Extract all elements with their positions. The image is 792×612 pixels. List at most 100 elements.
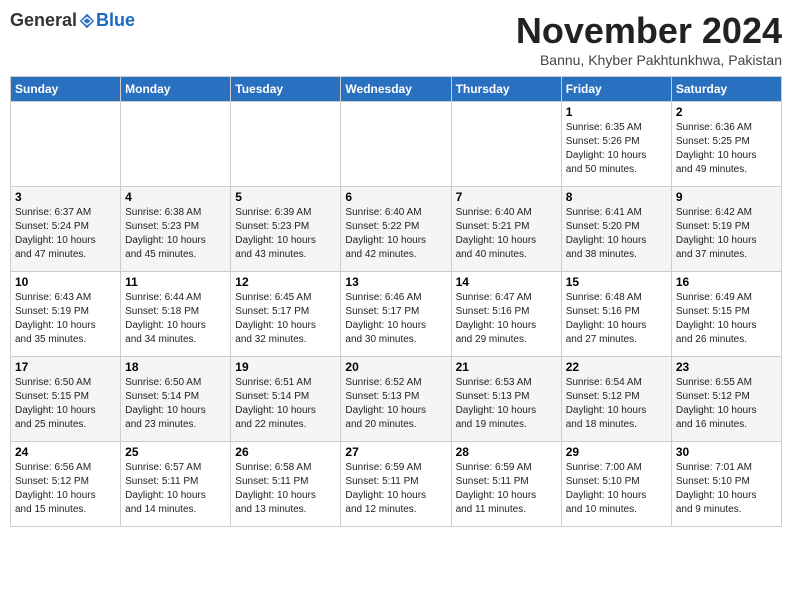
calendar-table: SundayMondayTuesdayWednesdayThursdayFrid… xyxy=(10,76,782,527)
calendar-cell: 10 Sunrise: 6:43 AM Sunset: 5:19 PM Dayli… xyxy=(11,272,121,357)
day-info: Sunrise: 6:53 AM Sunset: 5:13 PM Dayligh… xyxy=(456,376,557,432)
calendar-cell: 2Sunrise: 6:36 AM Sunset: 5:25 PM Daylig… xyxy=(671,102,781,187)
calendar-cell xyxy=(121,102,231,187)
weekday-header: Sunday xyxy=(11,77,121,102)
calendar-header-row: SundayMondayTuesdayWednesdayThursdayFrid… xyxy=(11,77,782,102)
day-info: Sunrise: 6:49 AM Sunset: 5:15 PM Dayligh… xyxy=(676,291,777,347)
day-info: Sunrise: 6:41 AM Sunset: 5:20 PM Dayligh… xyxy=(566,206,667,262)
weekday-header: Wednesday xyxy=(341,77,451,102)
day-info: Sunrise: 6:56 AM Sunset: 5:12 PM Dayligh… xyxy=(15,461,116,517)
calendar-cell: 7 Sunrise: 6:40 AM Sunset: 5:21 PM Daylig… xyxy=(451,187,561,272)
day-info: Sunrise: 6:57 AM Sunset: 5:11 PM Dayligh… xyxy=(125,461,226,517)
day-info: Sunrise: 6:48 AM Sunset: 5:16 PM Dayligh… xyxy=(566,291,667,347)
day-info: Sunrise: 6:52 AM Sunset: 5:13 PM Dayligh… xyxy=(345,376,446,432)
day-info: Sunrise: 6:59 AM Sunset: 5:11 PM Dayligh… xyxy=(345,461,446,517)
calendar-cell: 26 Sunrise: 6:58 AM Sunset: 5:11 PM Dayli… xyxy=(231,442,341,527)
calendar-cell: 6 Sunrise: 6:40 AM Sunset: 5:22 PM Daylig… xyxy=(341,187,451,272)
day-number: 5 xyxy=(235,190,336,204)
day-number: 16 xyxy=(676,275,777,289)
day-info: Sunrise: 6:58 AM Sunset: 5:11 PM Dayligh… xyxy=(235,461,336,517)
logo-blue-text: Blue xyxy=(96,10,135,31)
day-number: 11 xyxy=(125,275,226,289)
day-info: Sunrise: 6:50 AM Sunset: 5:15 PM Dayligh… xyxy=(15,376,116,432)
day-info: Sunrise: 6:39 AM Sunset: 5:23 PM Dayligh… xyxy=(235,206,336,262)
calendar-cell: 16 Sunrise: 6:49 AM Sunset: 5:15 PM Dayli… xyxy=(671,272,781,357)
title-block: November 2024 Bannu, Khyber Pakhtunkhwa,… xyxy=(516,10,782,68)
day-number: 30 xyxy=(676,445,777,459)
calendar-cell: 8Sunrise: 6:41 AM Sunset: 5:20 PM Daylig… xyxy=(561,187,671,272)
month-title: November 2024 xyxy=(516,10,782,52)
calendar-cell: 28 Sunrise: 6:59 AM Sunset: 5:11 PM Dayli… xyxy=(451,442,561,527)
day-info: Sunrise: 6:54 AM Sunset: 5:12 PM Dayligh… xyxy=(566,376,667,432)
day-info: Sunrise: 6:59 AM Sunset: 5:11 PM Dayligh… xyxy=(456,461,557,517)
day-info: Sunrise: 6:55 AM Sunset: 5:12 PM Dayligh… xyxy=(676,376,777,432)
calendar-cell: 22Sunrise: 6:54 AM Sunset: 5:12 PM Dayli… xyxy=(561,357,671,442)
day-number: 29 xyxy=(566,445,667,459)
calendar-cell: 29 Sunrise: 7:00 AM Sunset: 5:10 PM Dayli… xyxy=(561,442,671,527)
day-number: 23 xyxy=(676,360,777,374)
calendar-cell: 21 Sunrise: 6:53 AM Sunset: 5:13 PM Dayli… xyxy=(451,357,561,442)
day-number: 10 xyxy=(15,275,116,289)
day-number: 9 xyxy=(676,190,777,204)
day-info: Sunrise: 6:46 AM Sunset: 5:17 PM Dayligh… xyxy=(345,291,446,347)
logo: General Blue xyxy=(10,10,135,31)
day-info: Sunrise: 6:40 AM Sunset: 5:21 PM Dayligh… xyxy=(456,206,557,262)
calendar-cell: 5 Sunrise: 6:39 AM Sunset: 5:23 PM Daylig… xyxy=(231,187,341,272)
logo-icon xyxy=(78,12,96,30)
day-info: Sunrise: 6:35 AM Sunset: 5:26 PM Dayligh… xyxy=(566,121,667,177)
day-info: Sunrise: 7:00 AM Sunset: 5:10 PM Dayligh… xyxy=(566,461,667,517)
day-info: Sunrise: 6:43 AM Sunset: 5:19 PM Dayligh… xyxy=(15,291,116,347)
calendar-cell: 25Sunrise: 6:57 AM Sunset: 5:11 PM Dayli… xyxy=(121,442,231,527)
calendar-cell: 4 Sunrise: 6:38 AM Sunset: 5:23 PM Daylig… xyxy=(121,187,231,272)
calendar-cell xyxy=(341,102,451,187)
day-number: 21 xyxy=(456,360,557,374)
calendar-cell: 14 Sunrise: 6:47 AM Sunset: 5:16 PM Dayli… xyxy=(451,272,561,357)
calendar-week-row: 1 Sunrise: 6:35 AM Sunset: 5:26 PM Daylig… xyxy=(11,102,782,187)
day-info: Sunrise: 6:44 AM Sunset: 5:18 PM Dayligh… xyxy=(125,291,226,347)
weekday-header: Tuesday xyxy=(231,77,341,102)
page-header: General Blue November 2024 Bannu, Khyber… xyxy=(10,10,782,68)
calendar-cell: 1 Sunrise: 6:35 AM Sunset: 5:26 PM Daylig… xyxy=(561,102,671,187)
day-info: Sunrise: 6:36 AM Sunset: 5:25 PM Dayligh… xyxy=(676,121,777,177)
calendar-cell: 3 Sunrise: 6:37 AM Sunset: 5:24 PM Daylig… xyxy=(11,187,121,272)
day-info: Sunrise: 6:51 AM Sunset: 5:14 PM Dayligh… xyxy=(235,376,336,432)
day-number: 1 xyxy=(566,105,667,119)
calendar-cell: 17 Sunrise: 6:50 AM Sunset: 5:15 PM Dayli… xyxy=(11,357,121,442)
day-number: 6 xyxy=(345,190,446,204)
day-number: 17 xyxy=(15,360,116,374)
day-info: Sunrise: 6:50 AM Sunset: 5:14 PM Dayligh… xyxy=(125,376,226,432)
day-info: Sunrise: 6:37 AM Sunset: 5:24 PM Dayligh… xyxy=(15,206,116,262)
day-number: 14 xyxy=(456,275,557,289)
calendar-week-row: 3 Sunrise: 6:37 AM Sunset: 5:24 PM Daylig… xyxy=(11,187,782,272)
day-number: 20 xyxy=(345,360,446,374)
calendar-cell: 23 Sunrise: 6:55 AM Sunset: 5:12 PM Dayli… xyxy=(671,357,781,442)
calendar-week-row: 17 Sunrise: 6:50 AM Sunset: 5:15 PM Dayli… xyxy=(11,357,782,442)
day-info: Sunrise: 6:45 AM Sunset: 5:17 PM Dayligh… xyxy=(235,291,336,347)
day-number: 26 xyxy=(235,445,336,459)
location-subtitle: Bannu, Khyber Pakhtunkhwa, Pakistan xyxy=(516,52,782,68)
day-number: 4 xyxy=(125,190,226,204)
calendar-cell: 30Sunrise: 7:01 AM Sunset: 5:10 PM Dayli… xyxy=(671,442,781,527)
calendar-cell: 12 Sunrise: 6:45 AM Sunset: 5:17 PM Dayli… xyxy=(231,272,341,357)
calendar-cell xyxy=(451,102,561,187)
day-number: 28 xyxy=(456,445,557,459)
calendar-cell xyxy=(231,102,341,187)
calendar-cell: 18Sunrise: 6:50 AM Sunset: 5:14 PM Dayli… xyxy=(121,357,231,442)
day-number: 27 xyxy=(345,445,446,459)
day-number: 24 xyxy=(15,445,116,459)
day-info: Sunrise: 6:42 AM Sunset: 5:19 PM Dayligh… xyxy=(676,206,777,262)
day-info: Sunrise: 6:38 AM Sunset: 5:23 PM Dayligh… xyxy=(125,206,226,262)
day-number: 15 xyxy=(566,275,667,289)
calendar-cell: 20 Sunrise: 6:52 AM Sunset: 5:13 PM Dayli… xyxy=(341,357,451,442)
day-info: Sunrise: 6:40 AM Sunset: 5:22 PM Dayligh… xyxy=(345,206,446,262)
weekday-header: Friday xyxy=(561,77,671,102)
calendar-cell xyxy=(11,102,121,187)
day-info: Sunrise: 6:47 AM Sunset: 5:16 PM Dayligh… xyxy=(456,291,557,347)
calendar-cell: 24 Sunrise: 6:56 AM Sunset: 5:12 PM Dayli… xyxy=(11,442,121,527)
day-number: 7 xyxy=(456,190,557,204)
calendar-cell: 27 Sunrise: 6:59 AM Sunset: 5:11 PM Dayli… xyxy=(341,442,451,527)
day-number: 3 xyxy=(15,190,116,204)
day-number: 12 xyxy=(235,275,336,289)
calendar-cell: 13Sunrise: 6:46 AM Sunset: 5:17 PM Dayli… xyxy=(341,272,451,357)
calendar-cell: 11 Sunrise: 6:44 AM Sunset: 5:18 PM Dayli… xyxy=(121,272,231,357)
